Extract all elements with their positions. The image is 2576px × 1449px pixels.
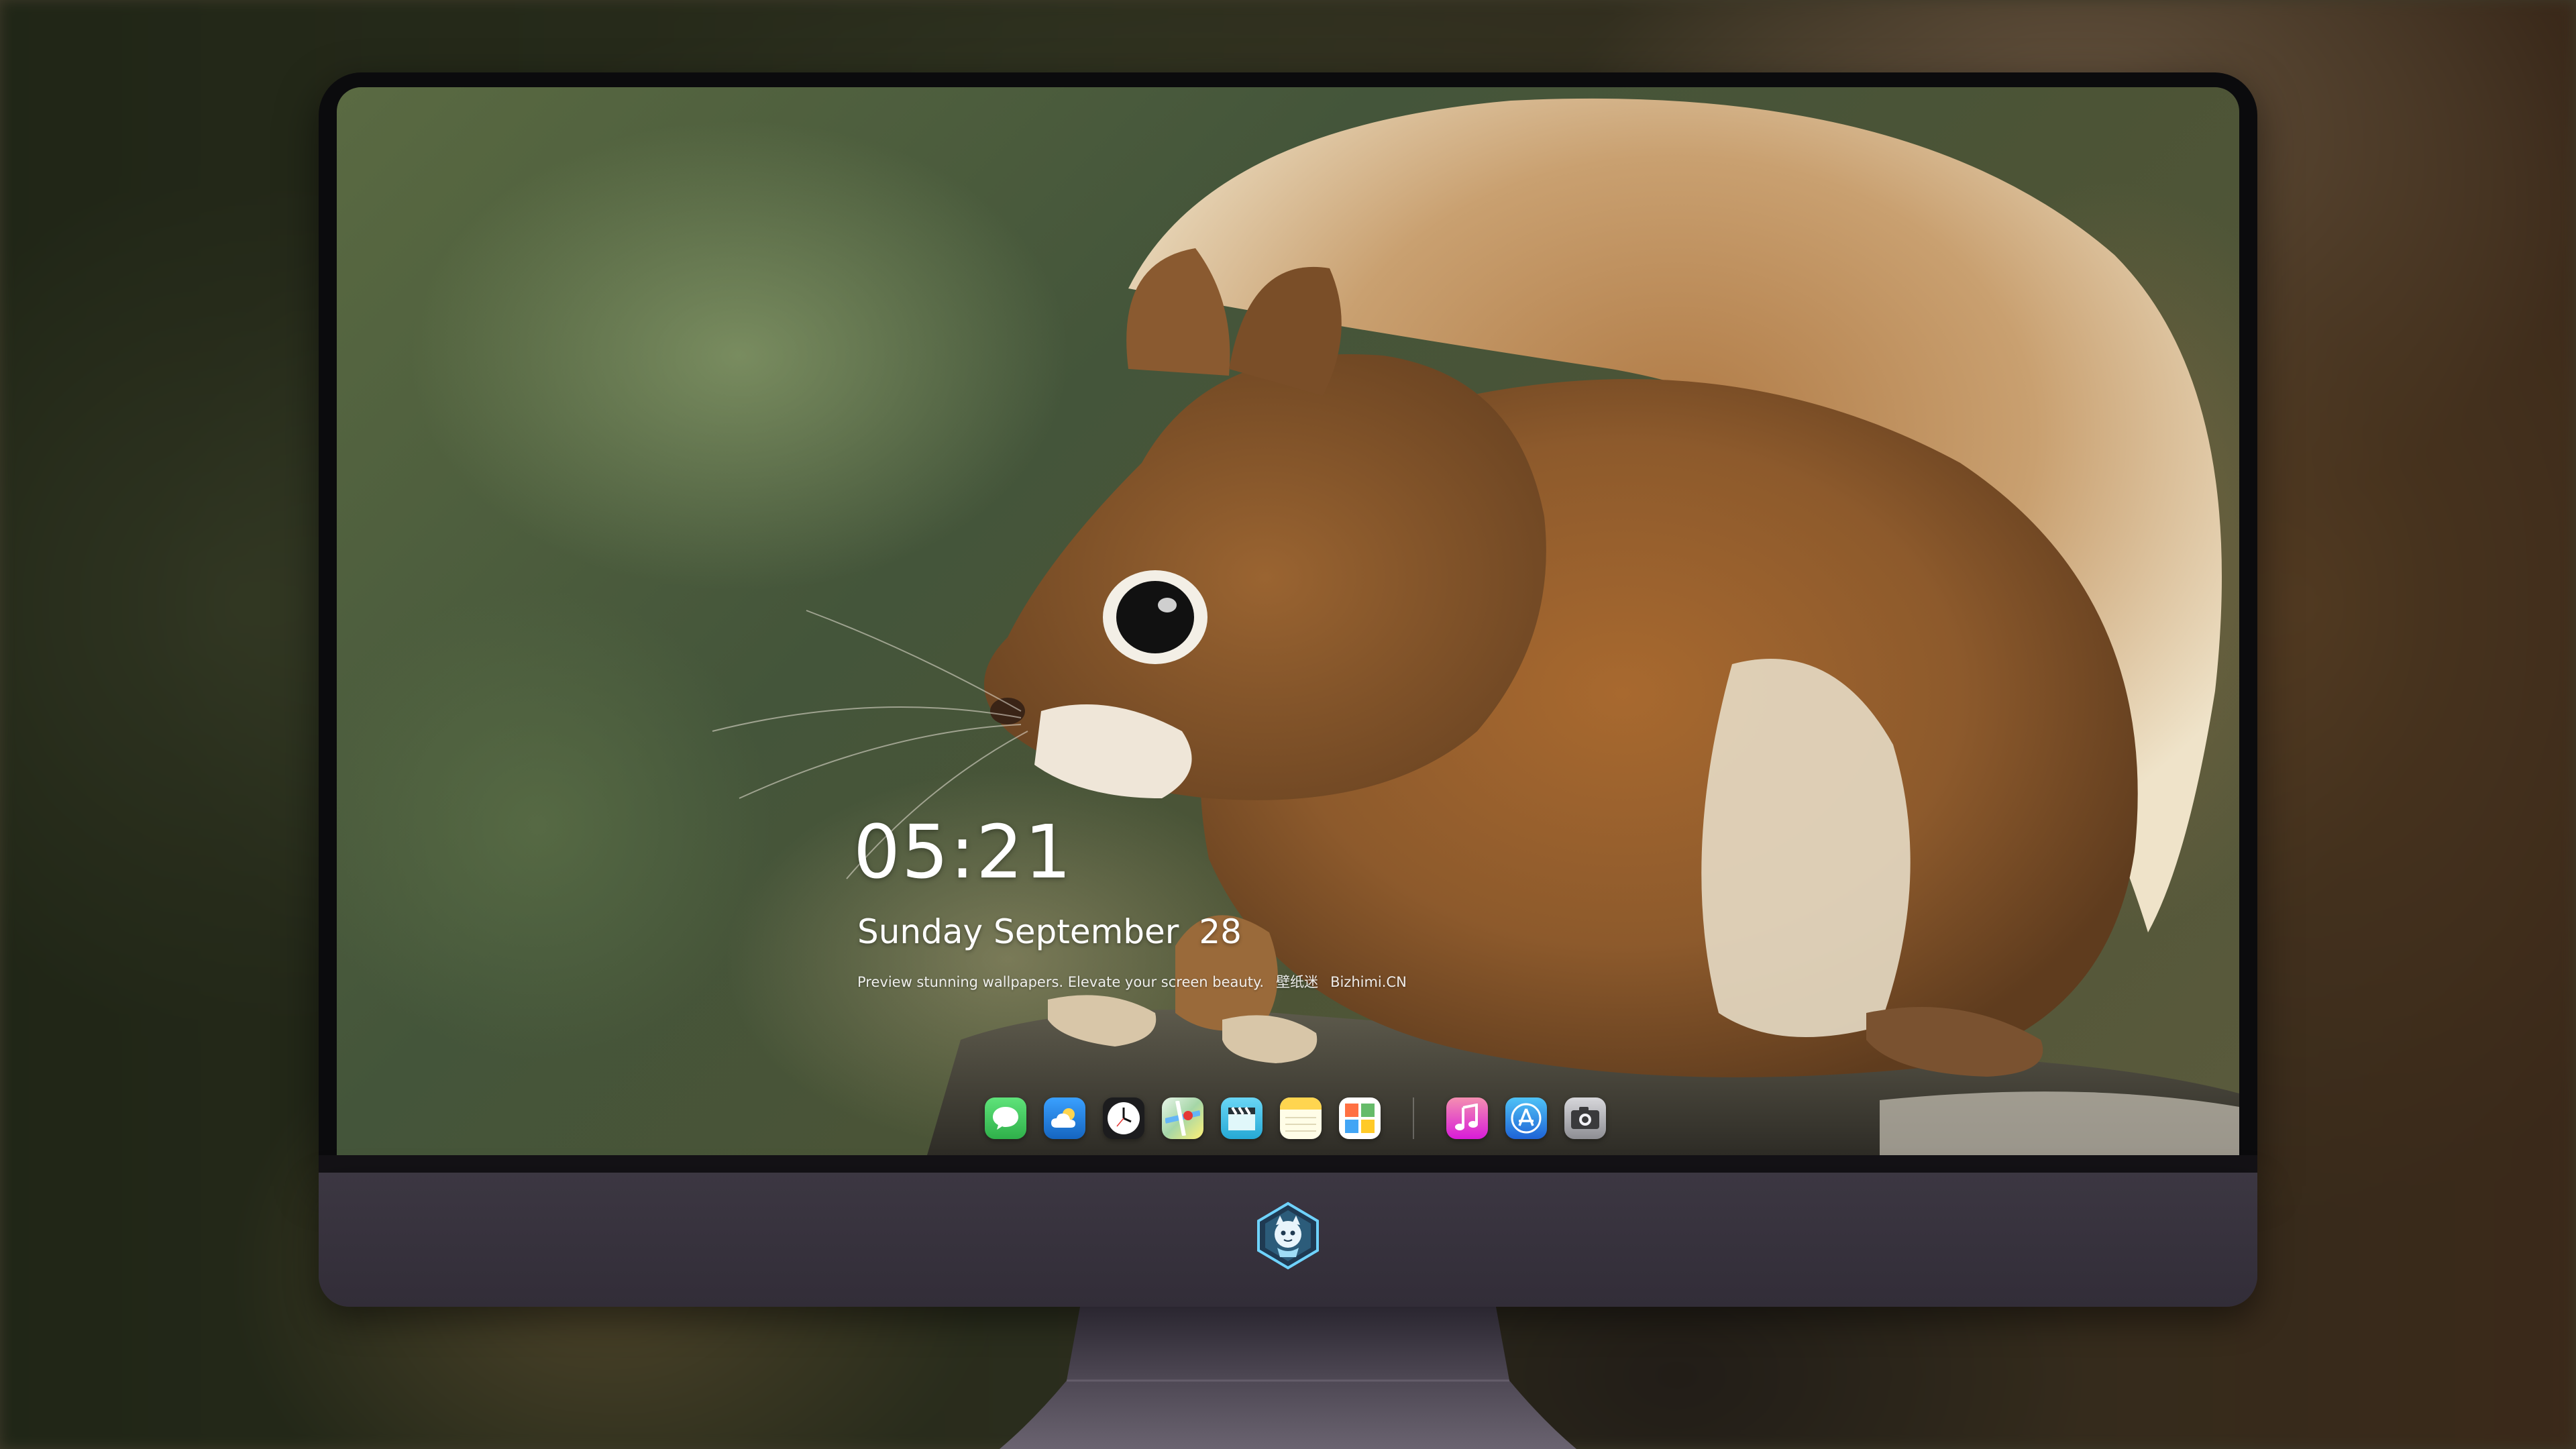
dock-item-maps[interactable] [1162,1097,1203,1139]
weather-icon [1051,1108,1075,1128]
notes-icon [1280,1097,1322,1132]
clock-icon [1108,1102,1140,1134]
monitor-bottom-edge [319,1155,2257,1173]
mascot-logo-icon [1257,1201,1319,1270]
dock-separator [1413,1097,1414,1139]
site-link[interactable]: Bizhimi.CN [1330,974,1407,990]
dock-item-app-store[interactable] [1505,1097,1547,1139]
dock-item-photos[interactable] [1339,1097,1381,1139]
wallpaper-tagline: Preview stunning wallpapers. Elevate you… [857,971,1407,991]
lockscreen-clock: 05:21 [853,809,1073,895]
messages-icon [993,1107,1018,1130]
maps-icon [1165,1101,1200,1136]
photos-icon [1345,1104,1375,1133]
app-store-icon [1511,1103,1542,1134]
squirrel-wallpaper [712,98,2239,1155]
camera-icon [1571,1107,1599,1129]
tagline-text: Preview stunning wallpapers. Elevate you… [857,974,1265,990]
dock-item-camera[interactable] [1564,1097,1606,1139]
monitor-stand [1000,1307,1576,1449]
lockscreen-date: Sunday September 28 [857,912,1242,951]
app-dock [985,1091,1606,1145]
dock-item-video[interactable] [1221,1097,1263,1139]
brand-name: 壁纸迷 [1276,974,1319,990]
clapperboard-icon [1228,1106,1255,1130]
dock-item-music[interactable] [1446,1097,1488,1139]
dock-item-clock[interactable] [1103,1097,1144,1139]
monitor-screen: 05:21 Sunday September 28 Preview stunnin… [337,87,2239,1155]
date-weekday-month: Sunday September [857,912,1179,951]
dock-item-notes[interactable] [1280,1097,1322,1139]
music-note-icon [1455,1104,1478,1130]
dock-item-messages[interactable] [985,1097,1026,1139]
dock-item-weather[interactable] [1044,1097,1085,1139]
date-day: 28 [1199,912,1242,951]
